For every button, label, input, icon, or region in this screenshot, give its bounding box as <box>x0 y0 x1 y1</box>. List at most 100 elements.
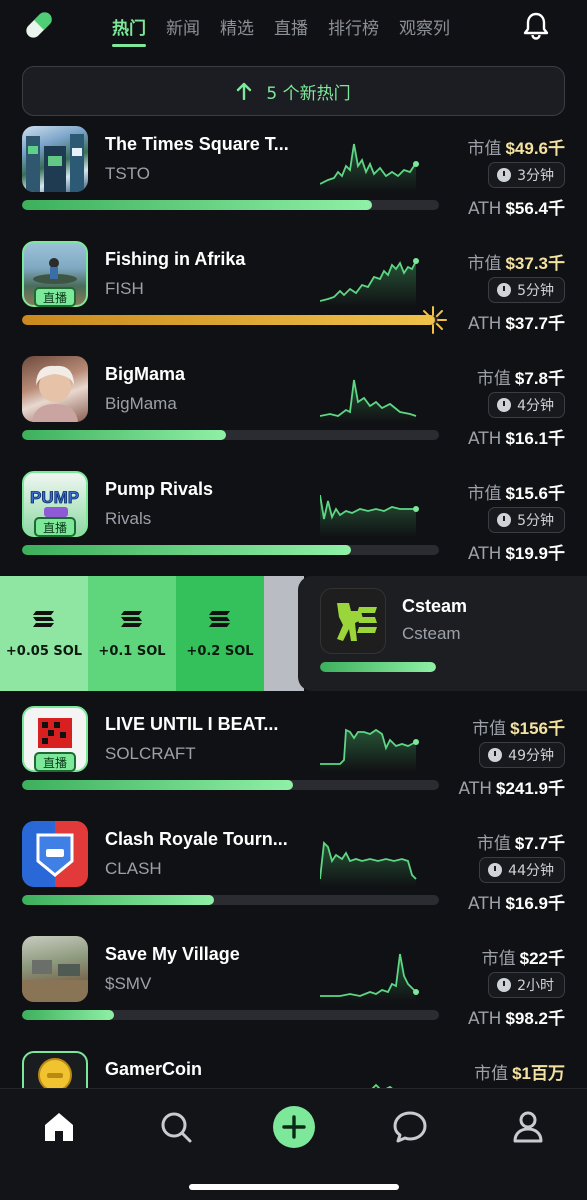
age-badge: 44分钟 <box>479 857 565 883</box>
tab-watchlist[interactable]: 观察列 <box>399 14 450 47</box>
all-time-high: ATH $56.4千 <box>467 199 565 219</box>
market-cap: 市值 $156千 <box>472 719 565 739</box>
age-badge: 2小时 <box>488 972 565 998</box>
age-badge: 4分钟 <box>488 392 565 418</box>
all-time-high: ATH $16.1千 <box>467 429 565 449</box>
tab-live[interactable]: 直播 <box>274 14 308 47</box>
top-header: 热门 新闻 精选 直播 排行榜 观察列 <box>0 0 587 60</box>
token-name: LIVE UNTIL I BEAT... <box>105 714 279 734</box>
arrow-up-icon <box>237 82 252 100</box>
token-row[interactable]: 直播 Fishing in Afrika FISH 市值 $37.3千 5分钟 A… <box>0 241 587 356</box>
market-cap: 市值 $7.8千 <box>476 369 565 389</box>
bonding-progress <box>320 662 436 672</box>
all-time-high: ATH $19.9千 <box>467 544 565 564</box>
quick-buy-swipe-row: +0.05 SOL +0.1 SOL +0.2 SOL Csteam Cstea… <box>0 576 587 691</box>
quick-buy-0.2-button[interactable]: +0.2 SOL <box>176 576 264 691</box>
solana-icon <box>121 611 142 627</box>
bonding-progress <box>22 780 439 790</box>
bonding-progress <box>22 430 439 440</box>
age-badge: 49分钟 <box>479 742 565 768</box>
clock-icon <box>497 168 512 182</box>
quick-buy-0.1-button[interactable]: +0.1 SOL <box>88 576 176 691</box>
create-plus-icon[interactable] <box>272 1105 316 1149</box>
solana-icon <box>209 611 230 627</box>
bonding-progress <box>22 545 439 555</box>
all-time-high: ATH $37.7千 <box>467 314 565 334</box>
live-badge: 直播 <box>34 752 76 772</box>
token-name: The Times Square T... <box>105 134 289 154</box>
token-row[interactable]: Clash Royale Tourn... CLASH 市值 $7.7千 44分钟… <box>0 821 587 936</box>
bell-icon[interactable] <box>521 10 551 40</box>
token-row[interactable]: 直播 LIVE UNTIL I BEAT... SOLCRAFT 市值 $156千… <box>0 706 587 821</box>
bonding-progress <box>22 895 439 905</box>
token-ticker: FISH <box>105 279 144 298</box>
live-badge: 直播 <box>34 517 76 537</box>
token-ticker: SOLCRAFT <box>105 744 196 763</box>
token-avatar <box>320 588 386 654</box>
token-name: Pump Rivals <box>105 479 214 499</box>
bonding-progress <box>22 1010 439 1020</box>
solana-icon <box>33 611 54 627</box>
market-cap: 市值 $7.7千 <box>476 834 565 854</box>
token-ticker: CLASH <box>105 859 162 878</box>
token-name: Csteam <box>402 596 468 616</box>
token-row[interactable]: Save My Village $SMV 市值 $22千 2小时 ATH $98.2… <box>0 936 587 1051</box>
token-ticker: $SMV <box>105 974 152 993</box>
market-cap: 市值 $22千 <box>481 949 565 969</box>
token-name: Clash Royale Tourn... <box>105 829 288 849</box>
clock-icon <box>497 398 512 412</box>
token-ticker: TSTO <box>105 164 151 183</box>
market-cap: 市值 $1百万 <box>474 1064 565 1084</box>
tab-leaderboard[interactable]: 排行榜 <box>328 14 379 47</box>
clock-icon <box>497 513 512 527</box>
market-cap: 市值 $15.6千 <box>467 484 565 504</box>
price-sparkline <box>320 841 417 887</box>
price-sparkline <box>320 728 419 772</box>
token-row[interactable]: The Times Square T... TSTO 市值 $49.6千 3分钟 … <box>0 126 587 241</box>
search-icon[interactable] <box>156 1107 196 1147</box>
new-trending-banner[interactable]: 5 个新热门 <box>22 66 565 116</box>
price-sparkline <box>320 494 419 537</box>
live-badge: 直播 <box>34 287 76 307</box>
price-sparkline <box>320 379 417 422</box>
category-tabs: 热门 新闻 精选 直播 排行榜 观察列 <box>112 14 492 47</box>
profile-icon[interactable] <box>508 1107 548 1147</box>
chat-icon[interactable] <box>390 1107 430 1147</box>
bonding-progress <box>22 200 439 210</box>
pill-logo-icon[interactable] <box>22 8 56 42</box>
all-time-high: ATH $16.9千 <box>467 894 565 914</box>
bonding-progress <box>22 315 439 325</box>
token-avatar <box>22 821 88 887</box>
quick-buy-0.05-button[interactable]: +0.05 SOL <box>0 576 88 691</box>
token-name: BigMama <box>105 364 186 384</box>
age-badge: 5分钟 <box>488 507 565 533</box>
token-ticker: Csteam <box>402 624 461 643</box>
all-time-high: ATH $241.9千 <box>458 779 565 799</box>
token-name: GamerCoin <box>105 1059 203 1079</box>
token-row[interactable]: BigMama BigMama 市值 $7.8千 4分钟 ATH $16.1千 <box>0 356 587 471</box>
token-row[interactable]: PUMP 直播 Pump Rivals Rivals 市值 $15.6千 5分钟 … <box>0 471 587 586</box>
all-time-high: ATH $98.2千 <box>467 1009 565 1029</box>
market-cap: 市值 $49.6千 <box>467 139 565 159</box>
token-avatar <box>22 936 88 1002</box>
tab-news[interactable]: 新闻 <box>166 14 200 47</box>
tab-featured[interactable]: 精选 <box>220 14 254 47</box>
token-avatar <box>22 126 88 192</box>
clock-icon <box>488 863 503 877</box>
token-row-swiped[interactable]: Csteam Csteam <box>298 576 587 691</box>
home-indicator <box>189 1184 399 1190</box>
price-sparkline <box>320 258 419 307</box>
banner-label: 5 个新热门 <box>266 83 351 104</box>
sparkle-icon <box>419 306 447 334</box>
token-ticker: Rivals <box>105 509 152 528</box>
token-name: Fishing in Afrika <box>105 249 246 269</box>
token-avatar <box>22 356 88 422</box>
price-sparkline <box>320 953 419 1002</box>
clock-icon <box>488 748 503 762</box>
tab-hot[interactable]: 热门 <box>112 14 146 47</box>
home-icon[interactable] <box>39 1107 79 1147</box>
age-badge: 3分钟 <box>488 162 565 188</box>
clock-icon <box>497 283 512 297</box>
market-cap: 市值 $37.3千 <box>467 254 565 274</box>
price-sparkline <box>320 143 419 192</box>
